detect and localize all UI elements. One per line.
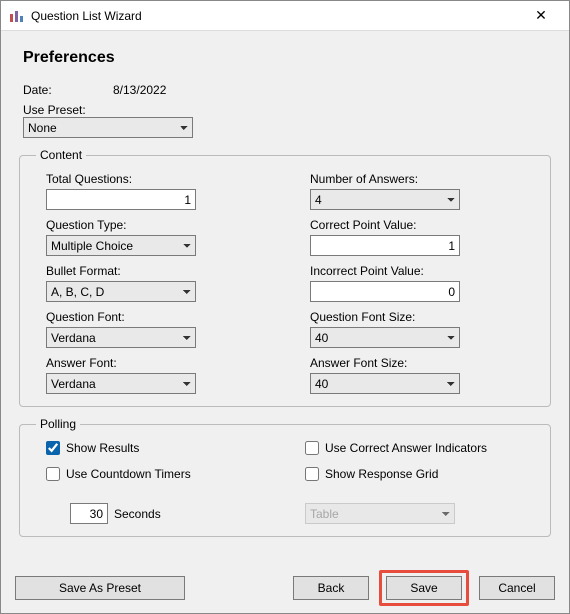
incorrect-point-value-input[interactable] [310, 281, 460, 302]
date-row: Date: 8/13/2022 [23, 83, 551, 97]
show-results-row[interactable]: Show Results [46, 441, 275, 455]
preset-label: Use Preset: [23, 103, 86, 117]
question-font-size-label: Question Font Size: [310, 310, 534, 324]
button-bar: Save As Preset Back Save Cancel [1, 563, 569, 613]
titlebar: Question List Wizard ✕ [1, 1, 569, 31]
response-grid-row[interactable]: Show Response Grid [305, 467, 534, 481]
app-icon [9, 8, 25, 24]
question-font-label: Question Font: [46, 310, 270, 324]
grid-type-select: Table [305, 503, 455, 524]
correct-point-value-label: Correct Point Value: [310, 218, 534, 232]
show-results-label: Show Results [66, 441, 139, 455]
incorrect-point-value-label: Incorrect Point Value: [310, 264, 534, 278]
response-grid-label: Show Response Grid [325, 467, 438, 481]
preset-label-row: Use Preset: [23, 103, 551, 117]
save-highlight: Save [379, 570, 469, 606]
question-type-select[interactable]: Multiple Choice [46, 235, 196, 256]
answer-font-select[interactable]: Verdana [46, 373, 196, 394]
question-type-label: Question Type: [46, 218, 270, 232]
polling-legend: Polling [36, 417, 80, 431]
question-font-size-select[interactable]: 40 [310, 327, 460, 348]
bullet-format-select[interactable]: A, B, C, D [46, 281, 196, 302]
seconds-input[interactable] [70, 503, 108, 524]
correct-indicators-row[interactable]: Use Correct Answer Indicators [305, 441, 534, 455]
polling-fieldset: Polling Show Results Use Correct Answer … [19, 417, 551, 537]
close-icon: ✕ [535, 7, 547, 24]
meta-block: Date: 8/13/2022 Use Preset: None [23, 83, 551, 138]
window-title: Question List Wizard [31, 9, 521, 23]
correct-indicators-checkbox[interactable] [305, 441, 319, 455]
seconds-label: Seconds [114, 507, 161, 521]
correct-indicators-label: Use Correct Answer Indicators [325, 441, 487, 455]
answer-font-size-label: Answer Font Size: [310, 356, 534, 370]
question-font-select[interactable]: Verdana [46, 327, 196, 348]
bullet-format-label: Bullet Format: [46, 264, 270, 278]
date-label: Date: [23, 83, 113, 97]
number-answers-select[interactable]: 4 [310, 189, 460, 210]
total-questions-label: Total Questions: [46, 172, 270, 186]
dialog-window: Question List Wizard ✕ Preferences Date:… [0, 0, 570, 614]
answer-font-label: Answer Font: [46, 356, 270, 370]
countdown-row[interactable]: Use Countdown Timers [46, 467, 275, 481]
total-questions-input[interactable] [46, 189, 196, 210]
content-legend: Content [36, 148, 86, 162]
back-button[interactable]: Back [293, 576, 369, 600]
response-grid-checkbox[interactable] [305, 467, 319, 481]
correct-point-value-input[interactable] [310, 235, 460, 256]
countdown-checkbox[interactable] [46, 467, 60, 481]
save-button[interactable]: Save [386, 576, 462, 600]
seconds-row: Seconds [46, 503, 275, 524]
show-results-checkbox[interactable] [46, 441, 60, 455]
countdown-label: Use Countdown Timers [66, 467, 191, 481]
number-answers-label: Number of Answers: [310, 172, 534, 186]
content-fieldset: Content Total Questions: Number of Answe… [19, 148, 551, 407]
save-as-preset-button[interactable]: Save As Preset [15, 576, 185, 600]
page-title: Preferences [23, 49, 551, 67]
answer-font-size-select[interactable]: 40 [310, 373, 460, 394]
date-value: 8/13/2022 [113, 83, 166, 97]
content-area: Preferences Date: 8/13/2022 Use Preset: … [1, 31, 569, 563]
close-button[interactable]: ✕ [521, 2, 561, 30]
grid-type-row: Table [305, 503, 534, 524]
cancel-button[interactable]: Cancel [479, 576, 555, 600]
preset-select[interactable]: None [23, 117, 193, 138]
